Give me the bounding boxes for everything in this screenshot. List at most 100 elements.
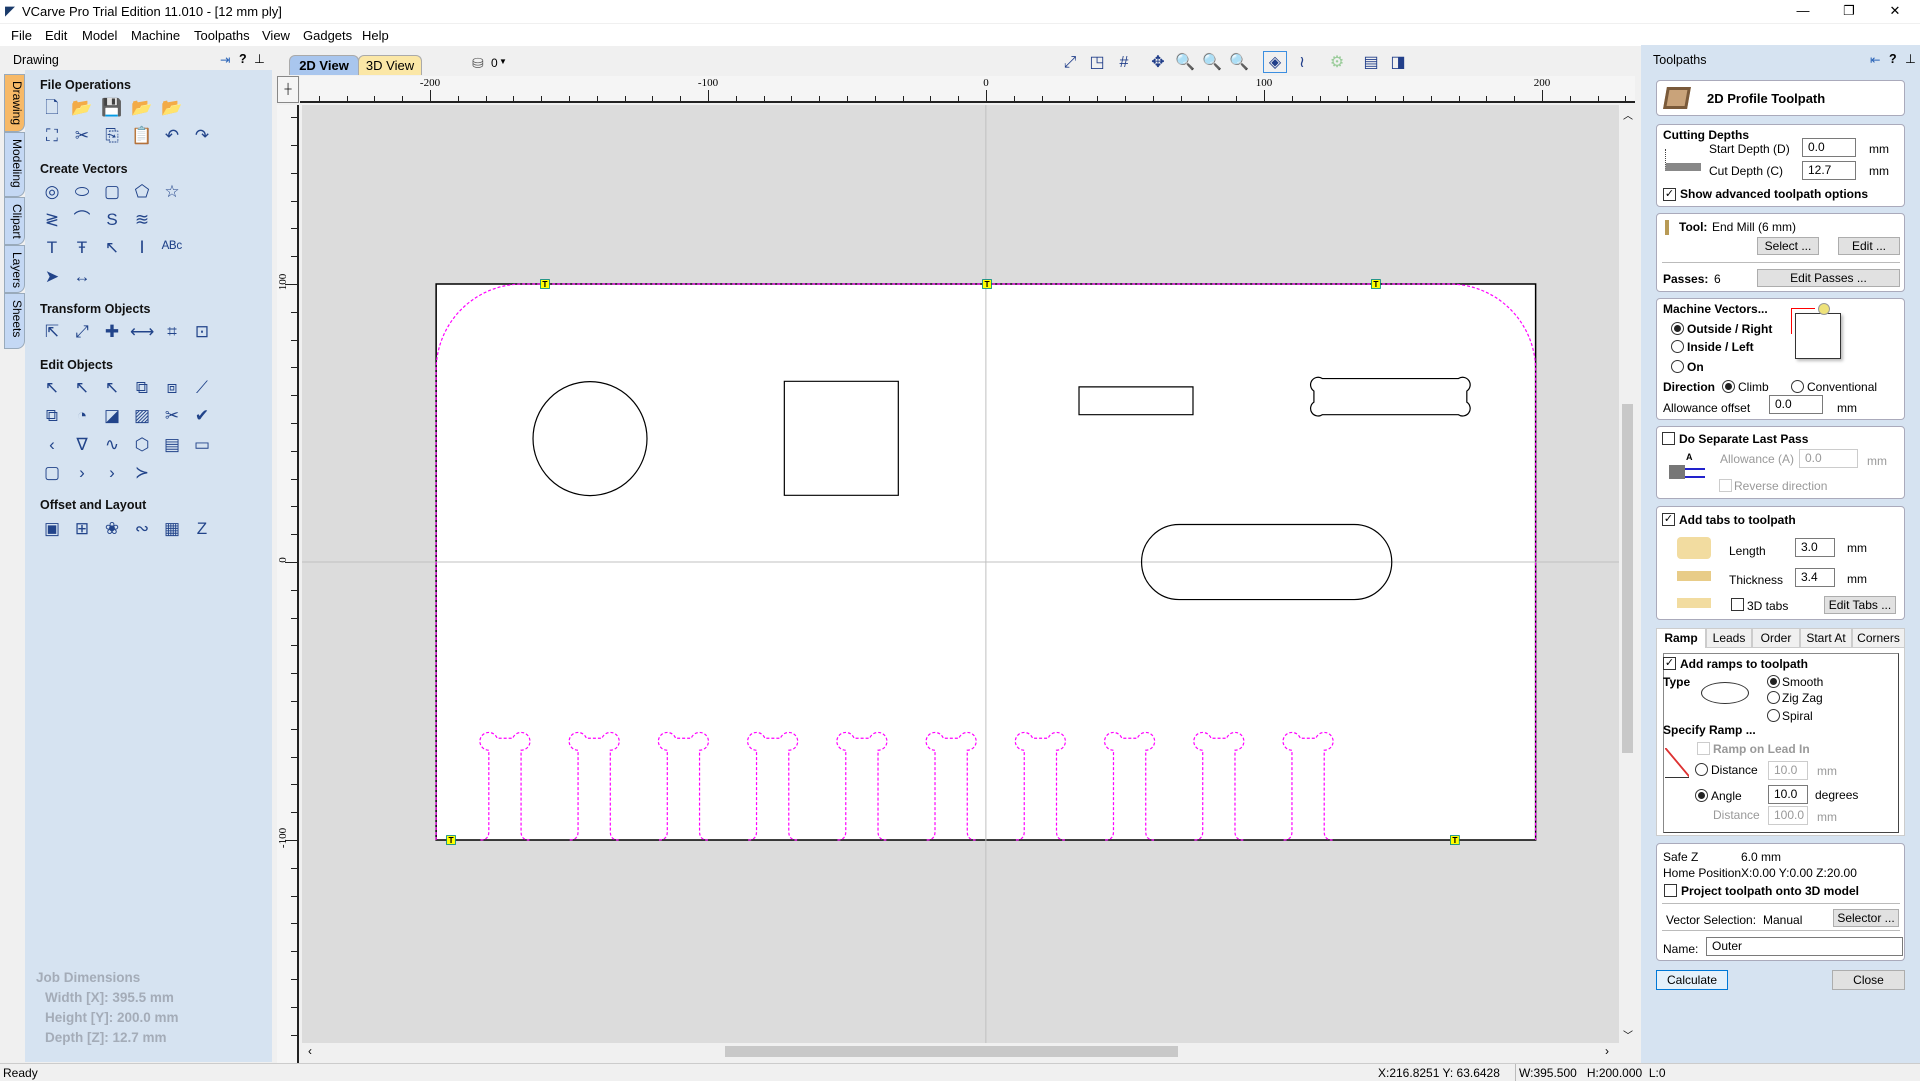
intersect-icon[interactable]: ◪	[100, 404, 124, 428]
menu-machine[interactable]: Machine	[131, 28, 180, 43]
conventional-radio[interactable]	[1791, 380, 1804, 393]
copy-icon[interactable]: ⎘	[100, 124, 124, 148]
allowance-offset-input[interactable]: 0.0	[1769, 395, 1823, 414]
select-tool-button[interactable]: Select ...	[1757, 237, 1819, 255]
tab-ramp[interactable]: Ramp	[1656, 628, 1706, 648]
draw-arc-icon[interactable]: ⌒	[70, 208, 94, 232]
ruler-origin-icon[interactable]: ┼	[277, 76, 299, 103]
close-vectors-icon[interactable]: ▢	[40, 461, 64, 485]
help-icon[interactable]: ?	[239, 52, 247, 66]
nesting-icon[interactable]: ∾	[130, 517, 154, 541]
fillet-icon[interactable]: ‹	[40, 433, 64, 457]
auto-layout-text-icon[interactable]: Ŧ	[70, 236, 94, 260]
group-icon[interactable]: ⧉	[130, 376, 154, 400]
toolpath-name-input[interactable]: Outer	[1706, 937, 1903, 956]
menu-toolpaths[interactable]: Toolpaths	[194, 28, 250, 43]
tab-order[interactable]: Order	[1752, 628, 1800, 648]
inside-left-radio[interactable]	[1671, 340, 1684, 353]
scroll-left-icon[interactable]: ‹	[308, 1044, 312, 1058]
cut-depth-input[interactable]: 12.7	[1802, 161, 1856, 180]
menu-help[interactable]: Help	[362, 28, 389, 43]
side-tab-sheets[interactable]: Sheets	[4, 293, 25, 349]
show-advanced-checkbox[interactable]: ✓	[1663, 188, 1676, 201]
adjust-text-icon[interactable]: Ⅰ	[130, 236, 154, 260]
dogbone-icon[interactable]: ›	[70, 461, 94, 485]
horizontal-scroll-thumb[interactable]	[725, 1046, 1178, 1057]
tab-length-input[interactable]: 3.0	[1795, 538, 1835, 557]
tab-leads[interactable]: Leads	[1706, 628, 1752, 648]
auto-hide-icon[interactable]: ⇥	[220, 52, 230, 67]
outside-right-radio[interactable]	[1671, 322, 1684, 335]
vertical-scrollbar[interactable]: ︿ ﹀	[1619, 105, 1636, 1043]
scale-icon[interactable]: ⤢	[70, 320, 94, 344]
maximize-button[interactable]: ❐	[1826, 0, 1872, 22]
import-bitmap-icon[interactable]: 📂	[160, 96, 184, 120]
zoom-material-icon[interactable]: ◳	[1085, 51, 1109, 73]
cut-icon[interactable]: ✂	[70, 124, 94, 148]
set-size-icon[interactable]: ⊡	[190, 320, 214, 344]
zigzag-radio[interactable]	[1767, 691, 1780, 704]
minimize-button[interactable]: —	[1780, 0, 1826, 22]
hatch-icon[interactable]: ▨	[130, 404, 154, 428]
align-icon[interactable]: ✚	[100, 320, 124, 344]
edit-tabs-button[interactable]: Edit Tabs ...	[1824, 596, 1896, 614]
last-pass-allowance-input[interactable]: 0.0	[1799, 449, 1858, 468]
start-depth-input[interactable]: 0.0	[1802, 138, 1856, 157]
ramp-distance-input[interactable]: 10.0	[1768, 761, 1808, 780]
3d-tabs-checkbox[interactable]	[1731, 598, 1744, 611]
subtract-icon[interactable]: ◔	[70, 404, 94, 428]
mirror-icon[interactable]: ⟷	[130, 320, 154, 344]
tab-2d-view[interactable]: 2D View	[289, 55, 359, 75]
separate-last-pass-checkbox[interactable]	[1662, 432, 1675, 445]
draw-circle-icon[interactable]: ◎	[40, 180, 64, 204]
tab-marker[interactable]: T	[982, 279, 992, 289]
move-icon[interactable]: ⇱	[40, 320, 64, 344]
menu-file[interactable]: File	[11, 28, 32, 43]
scroll-down-icon[interactable]: ﹀	[1623, 1027, 1633, 1042]
tab-corners[interactable]: Corners	[1852, 628, 1905, 648]
clipart-bird-icon[interactable]: ➤	[40, 265, 64, 289]
array-copy-icon[interactable]: ⊞	[70, 517, 94, 541]
layer-icon[interactable]: ⛁	[472, 55, 484, 72]
zig-zag-icon[interactable]: Z	[190, 517, 214, 541]
draw-curve-icon[interactable]: S	[100, 208, 124, 232]
climb-radio[interactable]	[1722, 380, 1735, 393]
layer-dropdown[interactable]: 0	[491, 56, 498, 70]
calculate-button[interactable]: Calculate	[1656, 970, 1728, 990]
smooth-radio[interactable]	[1767, 675, 1780, 688]
redo-icon[interactable]: ↷	[190, 124, 214, 148]
arc-text-icon[interactable]: ᴬᴮᶜ	[160, 236, 184, 260]
create-bitmap-icon[interactable]: ▤	[160, 433, 184, 457]
import-vectors-icon[interactable]: 📂	[130, 96, 154, 120]
chamfer-icon[interactable]: ›	[100, 461, 124, 485]
close-button[interactable]: Close	[1832, 970, 1905, 990]
pin-icon[interactable]: ⊥	[1905, 51, 1916, 66]
trace-bitmap-icon[interactable]: ▭	[190, 433, 214, 457]
save-file-icon[interactable]: 💾	[100, 96, 124, 120]
tab-start-at[interactable]: Start At	[1800, 628, 1852, 648]
reverse-direction-checkbox[interactable]	[1719, 479, 1732, 492]
selector-button[interactable]: Selector ...	[1833, 909, 1899, 927]
weld-icon[interactable]: ⧉	[40, 404, 64, 428]
measure-icon[interactable]: ⟋	[190, 376, 214, 400]
new-file-icon[interactable]: 🗋	[40, 96, 64, 120]
ramp-lead-in-checkbox[interactable]	[1697, 742, 1710, 755]
tab-3d-view[interactable]: 3D View	[358, 55, 422, 75]
zoom-extents-icon[interactable]: ⤢	[1058, 51, 1082, 73]
draw-star-icon[interactable]: ☆	[160, 180, 184, 204]
close-window-button[interactable]: ✕	[1872, 0, 1918, 22]
offset-icon[interactable]: ▣	[40, 517, 64, 541]
project-toolpath-checkbox[interactable]	[1664, 884, 1677, 897]
draw-polygon-icon[interactable]: ⬠	[130, 180, 154, 204]
menu-gadgets[interactable]: Gadgets	[303, 28, 352, 43]
menu-model[interactable]: Model	[82, 28, 117, 43]
add-ramps-checkbox[interactable]: ✓	[1663, 657, 1676, 670]
split-v-icon[interactable]: ◨	[1386, 51, 1410, 73]
extend-icon[interactable]: ≻	[130, 461, 154, 485]
validate-icon[interactable]: ✔	[190, 404, 214, 428]
fit-view-icon[interactable]: ⛶	[40, 124, 64, 148]
help-icon[interactable]: ?	[1889, 52, 1897, 66]
transform-select-icon[interactable]: ↖	[100, 376, 124, 400]
zoom-in-icon[interactable]: 🔍	[1200, 51, 1224, 73]
on-radio[interactable]	[1671, 360, 1684, 373]
